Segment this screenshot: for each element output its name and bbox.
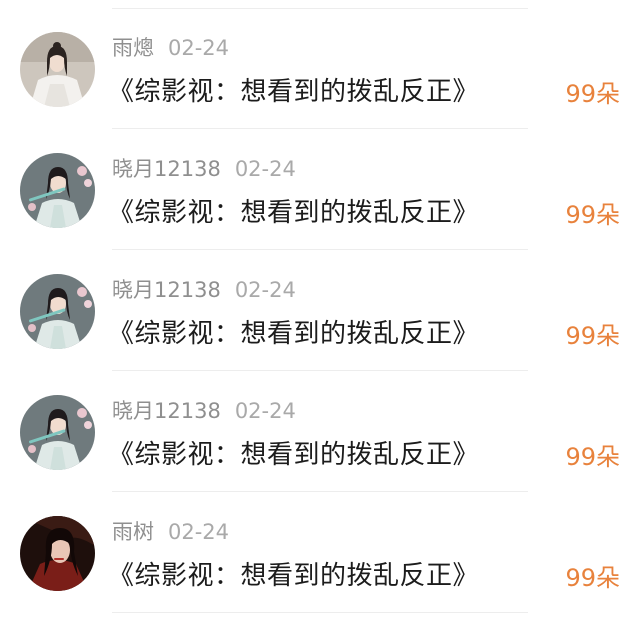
avatar-woman-flute-icon bbox=[20, 274, 95, 349]
gift-count: 99朵 bbox=[565, 80, 620, 108]
meta-line: 晓月12138 02-24 bbox=[112, 155, 296, 183]
user-name[interactable]: 晓月12138 bbox=[112, 157, 221, 181]
gift-row[interactable]: 晓月12138 02-24 《综影视：想看到的拨乱反正》 99朵 bbox=[0, 250, 640, 371]
gift-date: 02-24 bbox=[168, 36, 230, 60]
avatar[interactable] bbox=[20, 395, 95, 470]
book-title[interactable]: 《综影视：想看到的拨乱反正》 bbox=[108, 193, 479, 233]
user-name[interactable]: 晓月12138 bbox=[112, 278, 221, 302]
gift-list: 雨熜 02-24 《综影视：想看到的拨乱反正》 99朵 晓月12138 02-24 … bbox=[0, 0, 640, 624]
gift-row[interactable]: 晓月12138 02-24 《综影视：想看到的拨乱反正》 99朵 bbox=[0, 371, 640, 492]
avatar[interactable] bbox=[20, 516, 95, 591]
book-title[interactable]: 《综影视：想看到的拨乱反正》 bbox=[108, 556, 479, 596]
divider bbox=[112, 612, 528, 613]
avatar-woman-white-robe-icon bbox=[20, 32, 95, 107]
meta-line: 雨熜 02-24 bbox=[112, 34, 229, 62]
avatar[interactable] bbox=[20, 274, 95, 349]
gift-date: 02-24 bbox=[234, 278, 296, 302]
user-name[interactable]: 雨熜 bbox=[112, 36, 154, 60]
gift-row[interactable]: 雨熜 02-24 《综影视：想看到的拨乱反正》 99朵 bbox=[0, 8, 640, 129]
user-name[interactable]: 晓月12138 bbox=[112, 399, 221, 423]
book-title[interactable]: 《综影视：想看到的拨乱反正》 bbox=[108, 72, 479, 112]
avatar[interactable] bbox=[20, 153, 95, 228]
avatar-woman-flute-icon bbox=[20, 153, 95, 228]
gift-date: 02-24 bbox=[168, 520, 230, 544]
book-title[interactable]: 《综影视：想看到的拨乱反正》 bbox=[108, 314, 479, 354]
avatar[interactable] bbox=[20, 32, 95, 107]
meta-line: 雨树 02-24 bbox=[112, 518, 229, 546]
gift-row[interactable]: 晓月12138 02-24 《综影视：想看到的拨乱反正》 99朵 bbox=[0, 129, 640, 250]
gift-row[interactable]: 雨树 02-24 《综影视：想看到的拨乱反正》 99朵 bbox=[0, 492, 640, 613]
gift-date: 02-24 bbox=[234, 399, 296, 423]
meta-line: 晓月12138 02-24 bbox=[112, 276, 296, 304]
gift-date: 02-24 bbox=[234, 157, 296, 181]
gift-count: 99朵 bbox=[565, 564, 620, 592]
book-title[interactable]: 《综影视：想看到的拨乱反正》 bbox=[108, 435, 479, 475]
meta-line: 晓月12138 02-24 bbox=[112, 397, 296, 425]
avatar-woman-red-dark-icon bbox=[20, 516, 95, 591]
gift-count: 99朵 bbox=[565, 201, 620, 229]
gift-count: 99朵 bbox=[565, 322, 620, 350]
gift-count: 99朵 bbox=[565, 443, 620, 471]
user-name[interactable]: 雨树 bbox=[112, 520, 154, 544]
avatar-woman-flute-icon bbox=[20, 395, 95, 470]
